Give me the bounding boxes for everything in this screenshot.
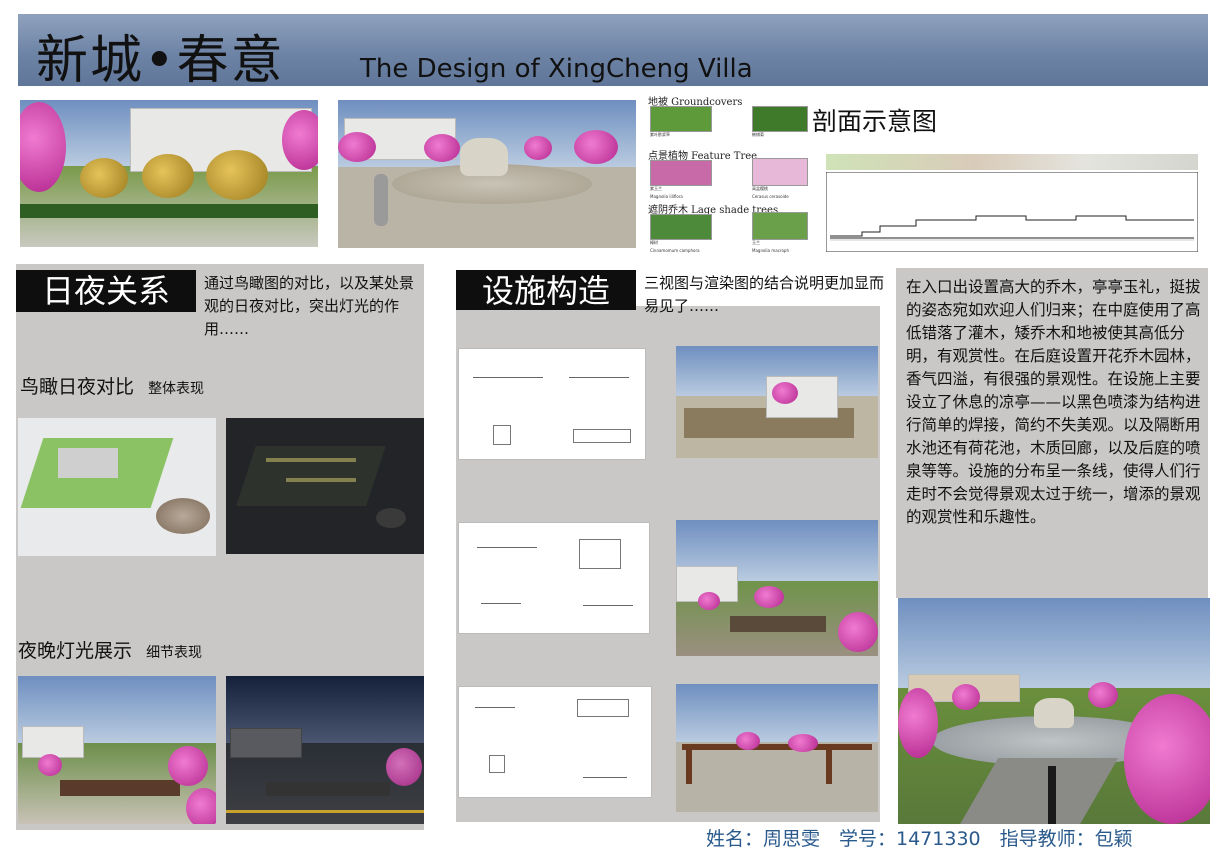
aerial-night-render: [226, 418, 424, 554]
aerial-heading-text: 鸟瞰日夜对比: [20, 376, 135, 398]
shade-1-en: Cinnamomum camphora: [650, 248, 700, 253]
night-heading-text: 夜晚灯光展示: [18, 640, 133, 662]
shade-1-cn: 樟树: [650, 240, 658, 245]
shade-2-cn: 玉兰: [752, 240, 760, 245]
section-elevation-strip: [826, 154, 1198, 170]
shade-swatch-1: [650, 214, 712, 240]
feature-1-en: Magnolia liliflora: [650, 194, 683, 199]
facility-render-3: [676, 684, 878, 812]
feature-swatch-2: [752, 158, 808, 186]
aerial-day-render: [18, 418, 216, 556]
groundcover-label-2: 蟛蜞菊: [752, 132, 764, 137]
author-info: 姓名：周思雯 学号：1471330 指导教师：包颖: [706, 828, 1133, 850]
feature-1-cn: 紫玉兰: [650, 186, 662, 191]
shade-swatch-2: [752, 212, 808, 240]
feature-2-en: Cerasus cerasoide: [752, 194, 789, 199]
shade-2-en: Magnolia macroph: [752, 248, 789, 253]
aerial-comparison-heading: 鸟瞰日夜对比 整体表现: [20, 372, 204, 399]
facilities-tag: 设施构造: [456, 270, 636, 310]
title-chinese: 新城•春意: [36, 31, 285, 91]
facilities-desc: 三视图与渲染图的结合说明更加显而易见了……: [644, 274, 885, 315]
day-night-tag: 日夜关系: [16, 270, 196, 312]
detail-night-render: [226, 676, 424, 824]
section-title: 剖面示意图: [812, 107, 938, 136]
day-night-desc: 通过鸟瞰图的对比，以及某处景观的日夜对比，突出灯光的作用……: [204, 274, 415, 338]
feature-2-cn: 高盆樱桃: [752, 186, 768, 191]
render-fountain-plaza: [338, 100, 636, 248]
groundcover-swatch-1: [650, 106, 712, 132]
night-subheading: 细节表现: [146, 645, 203, 661]
groundcover-swatch-2: [752, 106, 808, 132]
three-view-drawing-2: [458, 522, 650, 634]
render-rear-fountain: [898, 598, 1210, 824]
groundcover-label-1: 紫叶酢浆草: [650, 132, 670, 137]
section-diagram: [826, 172, 1198, 252]
night-lighting-heading: 夜晚灯光展示 细节表现: [18, 636, 202, 663]
aerial-subheading: 整体表现: [148, 381, 205, 397]
detail-day-render: [18, 676, 216, 824]
three-view-drawing-1: [458, 348, 646, 460]
render-entrance: [20, 100, 318, 247]
design-description: 在入口出设置高大的乔木，亭亭玉礼，挺拔的姿态宛如欢迎人们归来；在中庭使用了高低错…: [906, 278, 1201, 526]
facility-render-2: [676, 520, 878, 656]
feature-swatch-1: [650, 160, 712, 186]
three-view-drawing-3: [458, 686, 652, 798]
title-english: The Design of XingCheng Villa: [360, 54, 753, 84]
facility-render-1: [676, 346, 878, 458]
